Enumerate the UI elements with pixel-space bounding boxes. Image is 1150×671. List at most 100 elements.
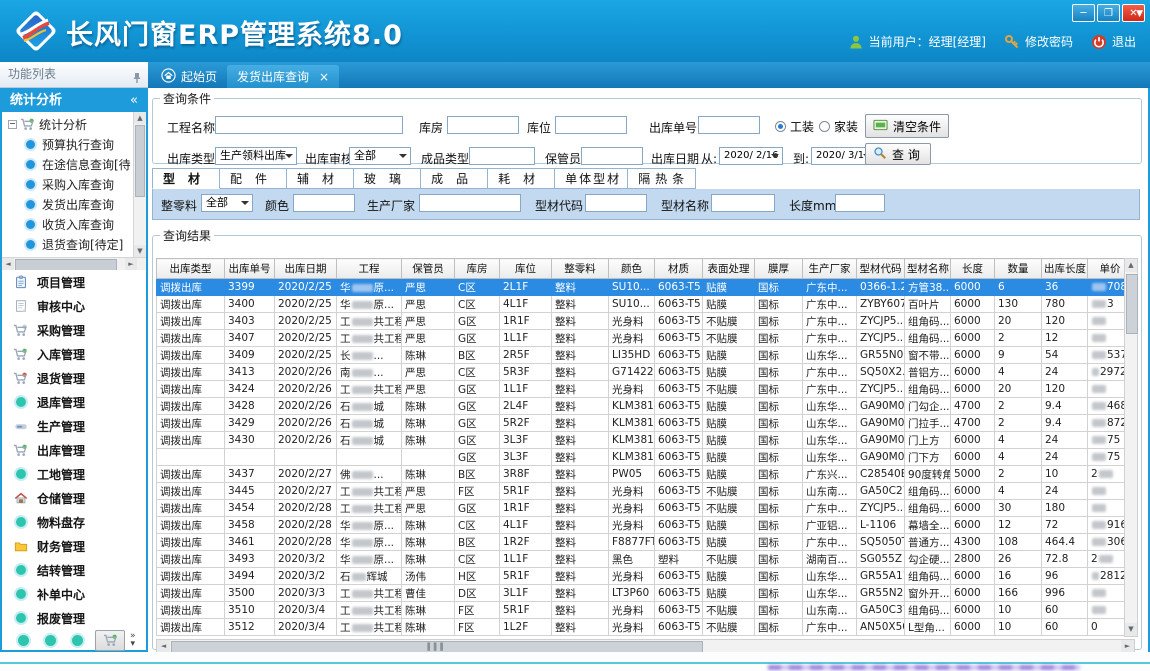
table-row[interactable]: 调拨出库34132020/2/26南...严思C区5R3F整料G71422606… (157, 364, 1125, 381)
tree-item[interactable]: 在途信息查询[待 (2, 154, 136, 174)
scroll-thumb[interactable] (1126, 274, 1138, 334)
column-header[interactable]: 出库长度 (1042, 259, 1088, 279)
column-header[interactable]: 颜色 (609, 259, 655, 279)
column-header[interactable]: 生产厂家 (803, 259, 857, 279)
product-type-input[interactable] (469, 147, 535, 165)
tree-expander-icon[interactable] (8, 120, 17, 129)
group-dot-icon[interactable] (72, 635, 83, 646)
column-header[interactable]: 材质 (655, 259, 703, 279)
search-button[interactable]: 查 询 (865, 143, 931, 165)
column-header[interactable]: 数量 (995, 259, 1042, 279)
scroll-right-icon[interactable]: ► (125, 258, 137, 270)
more-groups-icon[interactable]: »▾ (130, 632, 136, 648)
cart-group-button[interactable] (95, 630, 125, 651)
sidebar-menu-item[interactable]: 结转管理 (2, 558, 146, 582)
tab-close-icon[interactable]: × (319, 70, 329, 84)
table-row[interactable]: G区3L3F整料KLM38176063-T5贴膜国标山东华...GA90M09.… (157, 449, 1125, 466)
sidebar-menu-item[interactable]: 入库管理 (2, 342, 146, 366)
maximize-button[interactable]: ❐ (1097, 4, 1120, 22)
radio-jiazhuang[interactable]: 家装 (819, 118, 858, 135)
scroll-down-icon[interactable]: ▼ (1125, 623, 1137, 636)
sidebar-menu-item[interactable]: 退货管理 (2, 366, 146, 390)
sidebar-menu-item[interactable]: 出库管理 (2, 438, 146, 462)
sidebar-menu-item[interactable]: 仓储管理 (2, 486, 146, 510)
table-row[interactable]: 调拨出库33992020/2/25华原...严思C区2L1F整料SU10...6… (157, 279, 1125, 296)
column-header[interactable]: 膜厚 (755, 259, 803, 279)
table-row[interactable]: 调拨出库34582020/2/28华原...陈琳C区4L1F整料光身料6063-… (157, 517, 1125, 534)
table-row[interactable]: 调拨出库35102020/3/4工共工程陈琳F区5R1F整料光身料6063-T5… (157, 602, 1125, 619)
warehouse-input[interactable] (447, 116, 519, 134)
sidebar-menu-item[interactable]: 退库管理 (2, 390, 146, 414)
table-row[interactable]: 调拨出库34032020/2/25工共工程严思G区1R1F整料光身料6063-T… (157, 313, 1125, 330)
tree-item[interactable]: 退货查询[待定] (2, 234, 136, 254)
material-tab[interactable]: 单体型材 (555, 168, 628, 189)
column-header[interactable]: 表面处理 (703, 259, 755, 279)
table-row[interactable]: 调拨出库35122020/3/4工共工程陈琳F区1L2F整料光身料6063-T5… (157, 619, 1125, 636)
results-vertical-scrollbar[interactable]: ▲ ▼ (1124, 258, 1138, 637)
table-row[interactable]: 调拨出库34282020/2/26石城陈琳G区2L4F整料KLM38176063… (157, 398, 1125, 415)
material-tab[interactable]: 辅材 (287, 168, 354, 189)
material-tab[interactable]: 型材 (152, 168, 220, 189)
change-password-link[interactable]: 修改密码 (1025, 33, 1073, 50)
column-header[interactable]: 库位 (500, 259, 552, 279)
audit-select[interactable]: 全部 (349, 147, 411, 165)
color-input[interactable] (293, 194, 355, 212)
scroll-left-icon[interactable]: ◄ (157, 640, 170, 652)
group-dot-icon[interactable] (18, 635, 29, 646)
material-tab[interactable]: 耗材 (488, 168, 555, 189)
scroll-thumb[interactable] (15, 259, 117, 270)
material-tab[interactable]: 隔热条 (628, 168, 696, 189)
tree-item[interactable]: 预算执行查询 (2, 134, 136, 154)
tree-root[interactable]: 统计分析 (2, 114, 146, 134)
table-row[interactable]: 调拨出库34542020/2/28工共工程严思G区1R1F整料光身料6063-T… (157, 500, 1125, 517)
clear-conditions-button[interactable]: 清空条件 (865, 114, 949, 138)
material-tab[interactable]: 配件 (220, 168, 287, 189)
table-row[interactable]: 调拨出库34242020/2/26工共工程严思G区1L1F整料光身料6063-T… (157, 381, 1125, 398)
table-row[interactable]: 调拨出库34932020/3/2华原...陈琳C区1L1F整料黑色塑料不贴膜国标… (157, 551, 1125, 568)
collapse-icon[interactable]: « (130, 90, 138, 112)
sidebar-menu-item[interactable]: 审核中心 (2, 294, 146, 318)
minimize-button[interactable]: ─ (1072, 4, 1095, 22)
column-header[interactable]: 保管员 (402, 259, 455, 279)
factory-input[interactable] (419, 194, 521, 212)
column-header[interactable]: 型材名称 (905, 259, 951, 279)
profile-code-input[interactable] (585, 194, 647, 212)
sidebar-menu-item[interactable]: 采购管理 (2, 318, 146, 342)
scroll-left-icon[interactable]: ◄ (2, 258, 14, 270)
scroll-thumb[interactable] (135, 125, 145, 197)
table-row[interactable]: 调拨出库34092020/2/25长...陈琳B区2R5F整料LI35HD606… (157, 347, 1125, 364)
sidebar-menu-item[interactable]: 物料盘存 (2, 510, 146, 534)
column-header[interactable]: 单价 (1088, 259, 1125, 279)
whole-part-select[interactable]: 全部 (201, 194, 253, 212)
radio-gongzhuang[interactable]: 工装 (775, 118, 814, 135)
table-row[interactable]: 调拨出库34292020/2/26石城陈琳G区5R2F整料KLM38176063… (157, 415, 1125, 432)
results-horizontal-scrollbar[interactable]: ◄ ▌▌▌ ► (156, 639, 1135, 653)
table-row[interactable]: 调拨出库34942020/3/2石辉城汤伟H区5R1F整料光身料6063-T5贴… (157, 568, 1125, 585)
date-from-select[interactable]: 2020/ 2/16 (719, 147, 783, 165)
column-header[interactable]: 库房 (455, 259, 500, 279)
sidebar-menu-item[interactable]: 项目管理 (2, 270, 146, 294)
column-header[interactable]: 整零料 (552, 259, 609, 279)
table-row[interactable]: 调拨出库35002020/3/3工共工程曹佳D区3L1F整料LT3P606063… (157, 585, 1125, 602)
material-tab[interactable]: 玻璃 (354, 168, 421, 189)
project-name-input[interactable] (215, 116, 403, 134)
column-header[interactable]: 型材代码 (857, 259, 905, 279)
column-header[interactable]: 出库单号 (225, 259, 275, 279)
length-input[interactable] (835, 194, 885, 212)
column-header[interactable]: 出库日期 (275, 259, 337, 279)
order-no-input[interactable] (698, 116, 760, 134)
table-row[interactable]: 调拨出库34372020/2/27佛...陈琳B区3R8F整料PW056063-… (157, 466, 1125, 483)
tree-horizontal-scrollbar[interactable]: ◄ ► (2, 257, 146, 270)
material-tab[interactable]: 成品 (421, 168, 488, 189)
table-row[interactable]: 调拨出库34612020/2/28华原...陈琳B区1R2F整料F8877FT6… (157, 534, 1125, 551)
column-header[interactable]: 长度 (951, 259, 995, 279)
table-row[interactable]: 调拨出库34002020/2/25华原...严思C区4L1F整料SU10...6… (157, 296, 1125, 313)
scroll-right-icon[interactable]: ► (1121, 640, 1134, 652)
tree-item[interactable]: 收货入库查询 (2, 214, 136, 234)
sidebar-menu-item[interactable]: 工地管理 (2, 462, 146, 486)
sidebar-menu-item[interactable]: 生产管理 (2, 414, 146, 438)
column-header[interactable]: 出库类型 (157, 259, 225, 279)
tree-item[interactable]: 采购入库查询 (2, 174, 136, 194)
column-header[interactable]: 工程 (337, 259, 402, 279)
profile-name-input[interactable] (711, 194, 775, 212)
